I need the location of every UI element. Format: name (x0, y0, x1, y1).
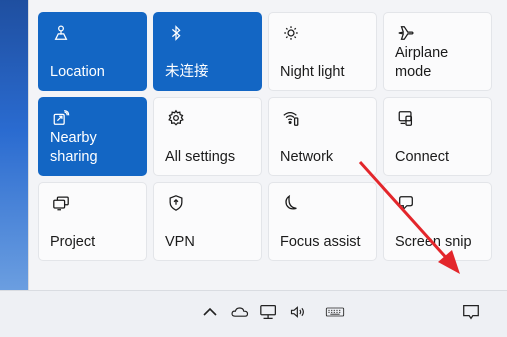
tile-vpn[interactable]: VPN (153, 182, 262, 261)
volume-icon[interactable] (287, 301, 311, 323)
tile-label: Night light (280, 64, 345, 80)
tile-screen-snip[interactable]: Screen snip (383, 182, 492, 261)
chevron-up-icon[interactable] (200, 301, 220, 323)
network-pc-icon[interactable] (258, 301, 280, 323)
tile-connect[interactable]: Connect (383, 97, 492, 176)
desktop-wallpaper (0, 0, 30, 290)
vpn-shield-icon (165, 192, 187, 214)
tile-label: Focus assist (280, 234, 361, 250)
tile-nearby-sharing[interactable]: Nearby sharing (38, 97, 147, 176)
tile-project[interactable]: Project (38, 182, 147, 261)
tile-label: Project (50, 234, 96, 250)
moon-icon (280, 192, 302, 214)
taskbar (0, 290, 507, 337)
tile-all-settings[interactable]: All settings (153, 97, 262, 176)
bluetooth-icon (165, 22, 187, 44)
tile-label: Screen snip (395, 234, 472, 250)
keyboard-icon[interactable] (320, 301, 350, 323)
onedrive-cloud-icon[interactable] (228, 301, 252, 323)
tile-label: Connect (395, 149, 450, 165)
tile-night-light[interactable]: Night light (268, 12, 377, 91)
quick-settings-panel: Location 未连接 Night light Airplane mode N (28, 0, 507, 290)
tile-location[interactable]: Location (38, 12, 147, 91)
nearby-sharing-icon (50, 107, 72, 129)
tile-label: Location (50, 64, 105, 80)
tile-label: VPN (165, 234, 195, 250)
location-icon (50, 22, 72, 44)
tile-network[interactable]: Network (268, 97, 377, 176)
tile-label: Nearby sharing (50, 130, 98, 165)
tile-airplane-mode[interactable]: Airplane mode (383, 12, 492, 91)
tile-label: Airplane mode (395, 45, 449, 80)
project-icon (50, 192, 72, 214)
connect-icon (395, 107, 417, 129)
tile-bluetooth[interactable]: 未连接 (153, 12, 262, 91)
quick-settings-grid: Location 未连接 Night light Airplane mode N (38, 12, 492, 261)
night-light-icon (280, 22, 302, 44)
action-center-icon[interactable] (460, 301, 482, 323)
gear-icon (165, 107, 187, 129)
tile-focus-assist[interactable]: Focus assist (268, 182, 377, 261)
tile-label: Network (280, 149, 334, 165)
tile-label: 未连接 (165, 64, 209, 80)
network-icon (280, 107, 302, 129)
screen-snip-icon (395, 192, 417, 214)
airplane-icon (395, 22, 417, 44)
tile-label: All settings (165, 149, 236, 165)
